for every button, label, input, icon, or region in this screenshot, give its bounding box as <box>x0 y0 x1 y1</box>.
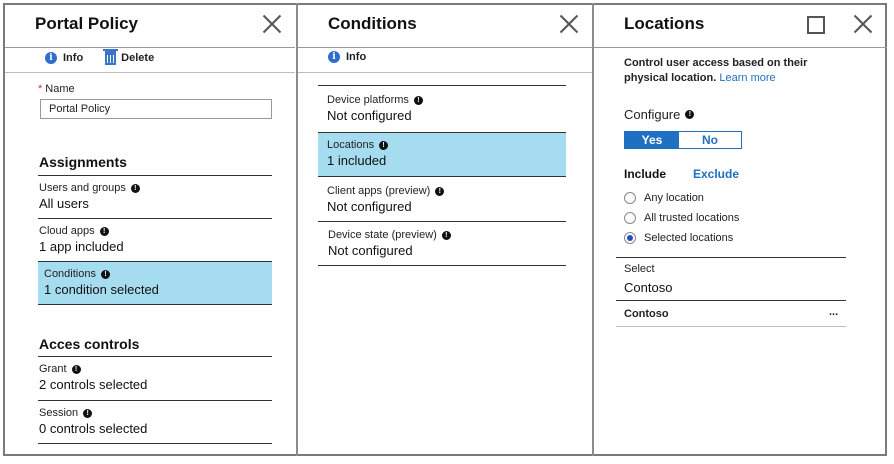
info-tip-icon: ! <box>685 110 695 119</box>
radio-all-trusted-locations[interactable]: All trusted locations <box>624 212 739 224</box>
locations-title: Locations <box>624 14 705 33</box>
info-tip-icon: ! <box>83 408 93 418</box>
row-device-state[interactable]: Device state (preview)! Not configured <box>318 223 566 266</box>
row-conditions[interactable]: Conditions! 1 condition selected <box>38 261 272 305</box>
radio-selected-locations[interactable]: Selected locations <box>624 232 733 244</box>
radio-button[interactable] <box>624 192 636 204</box>
configure-toggle[interactable]: Yes No <box>624 131 742 149</box>
row-label: Session <box>39 407 79 419</box>
divider <box>616 326 846 327</box>
row-users-and-groups[interactable]: Users and groups! All users <box>38 175 272 217</box>
row-label: Device platforms <box>327 94 409 106</box>
row-label: Conditions <box>44 268 96 280</box>
info-tip-icon: ! <box>130 183 140 193</box>
selected-location-item: Contoso <box>624 308 669 320</box>
info-tip-icon: ! <box>413 95 423 105</box>
row-grant[interactable]: Grant! 2 controls selected <box>38 356 272 400</box>
info-tip-icon: ! <box>379 140 389 150</box>
row-label: Client apps (preview) <box>327 185 431 197</box>
assignments-heading: Assignments <box>39 154 127 170</box>
row-value: 1 included <box>327 153 387 168</box>
row-value: Not configured <box>328 243 413 258</box>
info-tip-icon: ! <box>441 230 451 240</box>
name-label-text: Name <box>45 83 75 95</box>
locations-blade: Locations Control user access based on t… <box>592 3 887 456</box>
toggle-yes[interactable]: Yes <box>625 132 679 148</box>
row-session[interactable]: Session! 0 controls selected <box>38 400 272 444</box>
info-button[interactable]: i Info <box>45 52 83 64</box>
select-value[interactable]: Contoso <box>624 280 672 295</box>
divider <box>594 47 887 48</box>
radio-any-location[interactable]: Any location <box>624 192 704 204</box>
more-options-icon[interactable]: ... <box>829 306 838 318</box>
required-asterisk: * <box>38 83 43 95</box>
row-value: All users <box>39 196 89 211</box>
configure-label-row: Configure! <box>624 107 695 122</box>
row-value: Not configured <box>327 108 412 123</box>
row-label: Locations <box>327 139 375 151</box>
delete-label: Delete <box>121 52 155 64</box>
description-text: Control user access based on their physi… <box>624 57 808 84</box>
delete-button[interactable]: Delete <box>103 49 155 65</box>
row-value: 1 condition selected <box>44 282 159 297</box>
divider <box>5 47 295 48</box>
toggle-no[interactable]: No <box>679 132 741 148</box>
select-label: Select <box>624 263 655 275</box>
tab-include[interactable]: Include <box>624 167 666 181</box>
divider <box>298 47 592 48</box>
policy-title: Portal Policy <box>35 14 138 33</box>
radio-label: Selected locations <box>644 232 734 244</box>
radio-button[interactable] <box>624 212 636 224</box>
conditions-toolbar: i Info <box>328 51 388 63</box>
name-input[interactable] <box>40 99 272 119</box>
info-tip-icon: ! <box>99 226 109 236</box>
divider <box>298 72 592 73</box>
info-button[interactable]: i Info <box>328 51 366 63</box>
row-label: Device state (preview) <box>328 229 437 241</box>
row-label: Cloud apps <box>39 225 95 237</box>
info-tip-icon: ! <box>435 186 445 196</box>
row-value: 1 app included <box>39 239 124 254</box>
name-field-label: * Name <box>38 83 75 95</box>
info-tip-icon: ! <box>100 269 110 279</box>
info-icon: i <box>45 52 57 64</box>
divider <box>616 257 846 258</box>
row-value: Not configured <box>327 199 412 214</box>
info-tip-icon: ! <box>71 364 81 374</box>
locations-description: Control user access based on their physi… <box>624 56 854 86</box>
close-icon[interactable] <box>263 15 281 33</box>
row-cloud-apps[interactable]: Cloud apps! 1 app included <box>38 218 272 260</box>
row-value: 2 controls selected <box>39 377 148 392</box>
row-label: Users and groups <box>39 182 126 194</box>
info-icon: i <box>328 51 340 63</box>
radio-label: Any location <box>644 192 704 204</box>
policy-blade: Portal Policy i Info Delete *Name Assign… <box>5 3 295 456</box>
radio-label: All trusted locations <box>644 212 740 224</box>
close-icon[interactable] <box>854 15 872 33</box>
row-locations[interactable]: Locations! 1 included <box>318 132 566 177</box>
tab-exclude[interactable]: Exclude <box>693 167 739 181</box>
trash-icon <box>103 49 119 65</box>
row-value: 0 controls selected <box>39 421 148 436</box>
close-icon[interactable] <box>560 15 578 33</box>
maximize-icon[interactable] <box>807 16 825 34</box>
row-device-platforms[interactable]: Device platforms! Not configured <box>318 85 566 132</box>
divider <box>616 300 846 301</box>
radio-button-checked[interactable] <box>624 232 636 244</box>
divider <box>5 72 295 73</box>
configure-label: Configure <box>624 107 681 122</box>
row-client-apps[interactable]: Client apps (preview)! Not configured <box>318 178 566 222</box>
conditions-title: Conditions <box>328 14 417 33</box>
conditions-blade: Conditions i Info Device platforms! Not … <box>296 3 592 456</box>
policy-toolbar: i Info Delete <box>45 49 176 65</box>
learn-more-link[interactable]: Learn more <box>719 72 775 84</box>
info-label: Info <box>346 51 367 63</box>
info-label: Info <box>63 52 84 64</box>
row-label: Grant <box>39 363 67 375</box>
access-controls-heading: Acces controls <box>39 336 140 352</box>
